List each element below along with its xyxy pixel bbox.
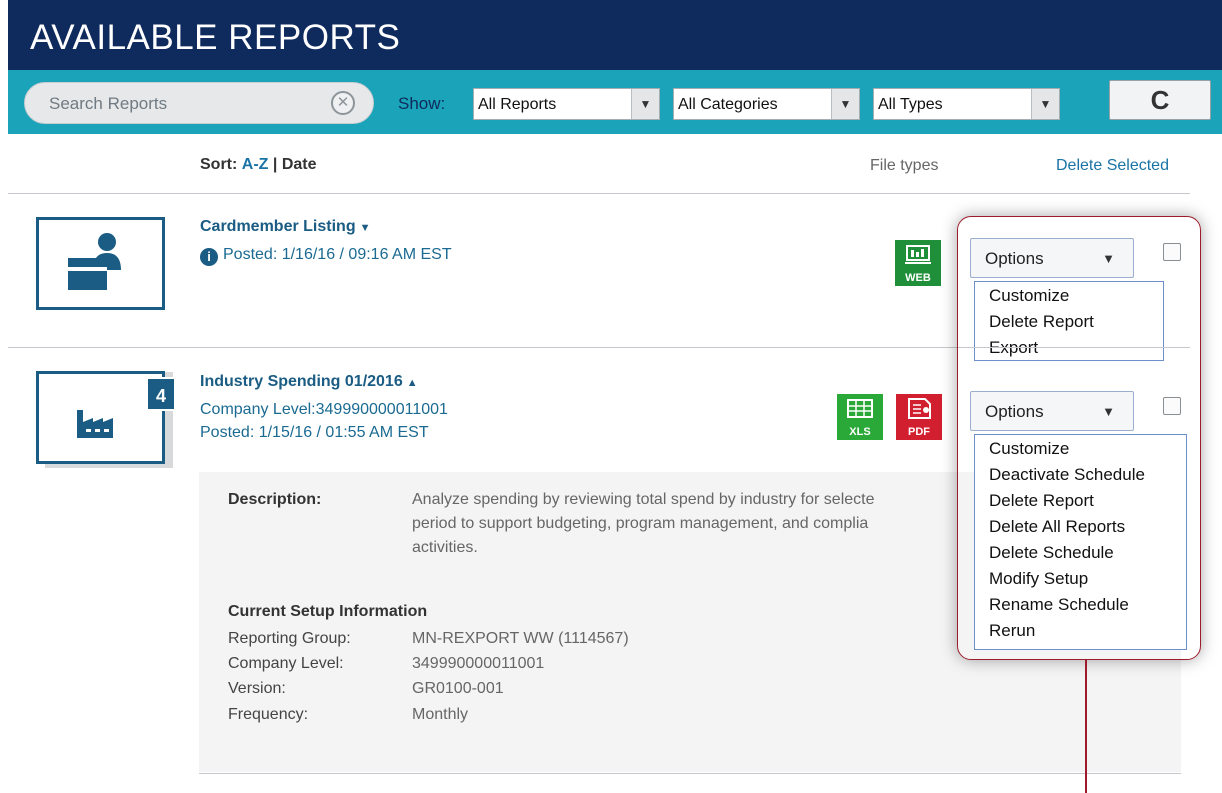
description-text: Analyze spending by reviewing total spen… <box>412 488 957 560</box>
chevron-down-icon[interactable]: ▼ <box>831 89 859 119</box>
monitor-icon <box>905 245 931 264</box>
category-filter-select[interactable]: All Categories ▼ <box>673 88 860 120</box>
delete-selected-link[interactable]: Delete Selected <box>1056 157 1169 175</box>
sort-az-link[interactable]: A-Z <box>242 156 269 173</box>
refresh-icon: C <box>1150 85 1170 115</box>
left-margin <box>0 0 8 793</box>
report-title[interactable]: Cardmember Listing ▼ <box>200 218 370 236</box>
description-line: activities. <box>412 539 478 556</box>
page-title: AVAILABLE REPORTS <box>30 18 401 57</box>
show-label: Show: <box>398 94 446 113</box>
web-label: WEB <box>905 272 931 284</box>
document-icon <box>908 398 931 419</box>
company-level-text: Company Level:349990000011001 <box>200 401 448 418</box>
report-thumbnail[interactable] <box>36 217 165 310</box>
setup-value: Monthly <box>412 706 469 723</box>
setup-heading: Current Setup Information <box>228 603 428 620</box>
web-file-icon[interactable]: WEB <box>895 240 941 286</box>
toolbar: Search Reports ✕ Show: All Reports ▼ All… <box>8 70 1222 134</box>
report-title-text: Cardmember Listing <box>200 218 356 235</box>
refresh-button[interactable]: C <box>1109 80 1211 120</box>
type-filter-value: All Types <box>878 96 943 113</box>
sort-date-link[interactable]: Date <box>282 156 317 173</box>
callout-pointer <box>1085 660 1087 793</box>
setup-key: Frequency: <box>228 706 309 723</box>
info-icon[interactable]: i <box>200 248 218 266</box>
spreadsheet-icon <box>847 399 873 418</box>
description-line: Analyze spending by reviewing total spen… <box>412 491 875 508</box>
xls-label: XLS <box>849 426 871 438</box>
expand-icon[interactable]: ▼ <box>360 222 371 234</box>
report-title-text: Industry Spending 01/2016 <box>200 373 403 390</box>
xls-file-icon[interactable]: XLS <box>837 394 883 440</box>
report-count-badge: 4 <box>146 377 176 411</box>
clear-search-icon[interactable]: ✕ <box>331 91 355 115</box>
setup-key: Reporting Group: <box>228 630 351 647</box>
setup-key: Version: <box>228 680 286 697</box>
divider <box>8 193 1190 194</box>
file-types-header: File types <box>870 157 939 174</box>
callout-highlight <box>957 216 1201 660</box>
description-label: Description: <box>228 491 322 508</box>
report-filter-select[interactable]: All Reports ▼ <box>473 88 660 120</box>
pdf-file-icon[interactable]: PDF <box>896 394 942 440</box>
report-posted: i Posted: 1/16/16 / 09:16 AM EST <box>200 246 452 266</box>
collapse-icon[interactable]: ▲ <box>407 377 418 389</box>
posted-text: Posted: 1/16/16 / 09:16 AM EST <box>223 246 452 263</box>
sort-separator: | <box>272 156 278 173</box>
factory-icon <box>77 410 113 438</box>
setup-value: GR0100-001 <box>412 680 504 697</box>
search-placeholder: Search Reports <box>49 94 168 113</box>
cardmember-icon <box>68 233 121 290</box>
search-input[interactable]: Search Reports ✕ <box>24 82 374 124</box>
report-filter-value: All Reports <box>478 96 557 113</box>
type-filter-select[interactable]: All Types ▼ <box>873 88 1060 120</box>
page-header: AVAILABLE REPORTS <box>8 0 1222 70</box>
posted-text: Posted: 1/15/16 / 01:55 AM EST <box>200 424 429 441</box>
setup-key: Company Level: <box>228 655 344 672</box>
chevron-down-icon[interactable]: ▼ <box>1031 89 1059 119</box>
description-line: period to support budgeting, program man… <box>412 515 869 532</box>
setup-value: MN-REXPORT WW (1114567) <box>412 630 629 647</box>
chevron-down-icon[interactable]: ▼ <box>631 89 659 119</box>
sort-controls: Sort: A-Z | Date <box>200 156 317 174</box>
divider <box>199 773 1181 774</box>
setup-value: 349990000011001 <box>412 655 545 672</box>
sort-label: Sort: <box>200 156 238 173</box>
pdf-label: PDF <box>908 426 930 438</box>
report-title[interactable]: Industry Spending 01/2016 ▲ <box>200 373 418 391</box>
category-filter-value: All Categories <box>678 96 778 113</box>
